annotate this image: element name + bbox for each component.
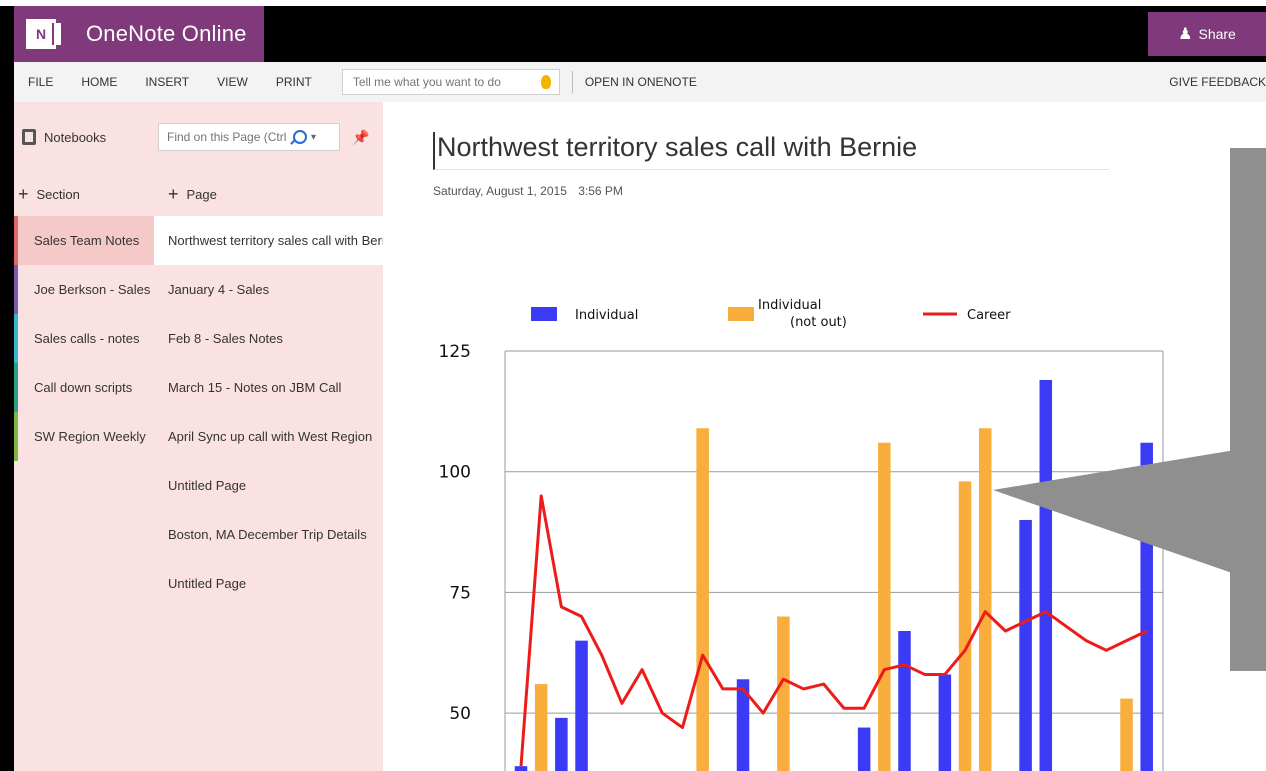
career-line (519, 494, 1148, 767)
chevron-down-icon[interactable]: ▾ (311, 132, 316, 143)
legend-swatch (531, 307, 557, 321)
y-tick-label: 100 (439, 463, 471, 483)
section-item[interactable]: Sales calls - notes (14, 314, 154, 363)
bar (938, 674, 952, 771)
notebooks-header[interactable]: Notebooks (14, 102, 154, 172)
share-label: Share (1198, 26, 1236, 42)
find-bar: ▾ 📌 (154, 102, 383, 172)
give-feedback-link[interactable]: GIVE FEEDBACK (1169, 62, 1266, 102)
tab-file[interactable]: FILE (14, 75, 67, 89)
bar (777, 616, 790, 771)
tab-view[interactable]: VIEW (203, 75, 262, 89)
y-tick-label: 125 (439, 342, 471, 362)
add-person-icon: ♟ (1178, 26, 1193, 43)
onenote-logo-icon: N (26, 19, 61, 49)
page-item[interactable]: Northwest territory sales call with Bern… (154, 216, 383, 265)
bar (878, 442, 891, 771)
logo-letter: N (35, 26, 47, 42)
find-on-page-input[interactable] (165, 129, 289, 145)
y-tick-label: 75 (449, 583, 471, 603)
section-label: Sales calls - notes (34, 331, 140, 346)
page-label: January 4 - Sales (168, 282, 270, 297)
section-label: SW Region Weekly (34, 429, 146, 444)
plus-icon: + (168, 184, 179, 204)
open-in-onenote-button[interactable]: OPEN IN ONENOTE (585, 75, 697, 89)
page-item[interactable]: Feb 8 - Sales Notes (154, 314, 383, 363)
app-window: N OneNote Online ♟ Share FILE HOME INSER… (0, 0, 1266, 771)
page-item[interactable]: January 4 - Sales (154, 265, 383, 314)
page-item[interactable]: Untitled Page (154, 559, 383, 608)
legend-label: Career (967, 308, 1011, 323)
add-page-label: Page (186, 186, 217, 202)
page-label: Untitled Page (168, 576, 247, 591)
page-item[interactable]: Untitled Page (154, 461, 383, 510)
legend-label: Individual (not out) (758, 298, 847, 330)
section-item[interactable]: Call down scripts (14, 363, 154, 412)
section-item[interactable]: Sales Team Notes (14, 216, 154, 265)
page-label: Boston, MA December Trip Details (168, 527, 367, 542)
bar (575, 640, 588, 771)
bar (555, 717, 568, 771)
search-icon[interactable] (293, 130, 307, 144)
tab-home[interactable]: HOME (67, 75, 131, 89)
section-label: Call down scripts (34, 380, 133, 395)
notebook-icon (22, 129, 36, 145)
plus-icon: + (18, 184, 29, 204)
title-bar: N OneNote Online ♟ Share (0, 6, 1266, 62)
section-item[interactable]: Joe Berkson - Sales (14, 265, 154, 314)
legend-label: Individual (575, 308, 638, 323)
notebook-pane: Notebooks + Section Sales Team Notes Joe … (14, 102, 154, 771)
bar (898, 631, 911, 771)
lightbulb-icon (540, 75, 551, 89)
y-tick-label: 50 (449, 704, 471, 724)
bar (514, 766, 528, 771)
page-item[interactable]: March 15 - Notes on JBM Call (154, 363, 383, 412)
window-edge (0, 62, 14, 771)
notebooks-label: Notebooks (44, 129, 107, 145)
page-canvas: Northwest territory sales call with Bern… (383, 102, 1266, 771)
tab-insert[interactable]: INSERT (131, 75, 203, 89)
page-pane: ▾ 📌 + Page Northwest territory sales cal… (154, 102, 383, 771)
tell-me-input[interactable] (350, 74, 525, 90)
bar (958, 481, 972, 771)
page-label: Feb 8 - Sales Notes (168, 331, 283, 346)
embedded-chart: 50 75 100 125 Individual Individual (not out) C… (439, 148, 1266, 771)
add-page-button[interactable]: + Page (154, 172, 383, 216)
bar (534, 684, 548, 771)
share-button[interactable]: ♟ Share (1148, 12, 1266, 56)
bar (857, 727, 871, 771)
bar (1019, 519, 1032, 771)
page-label: Untitled Page (168, 478, 247, 493)
tell-me-box[interactable] (341, 69, 560, 95)
page-label: Northwest territory sales call with Bern… (168, 233, 383, 248)
app-title: OneNote Online (86, 21, 247, 46)
page-item[interactable]: Boston, MA December Trip Details (154, 510, 383, 559)
ribbon-bar: FILE HOME INSERT VIEW PRINT OPEN IN ONEN… (14, 62, 1266, 103)
add-section-label: Section (36, 186, 80, 202)
section-label: Sales Team Notes (34, 233, 140, 248)
bar (1039, 379, 1053, 771)
section-item[interactable]: SW Region Weekly (14, 412, 154, 461)
ribbon-divider (571, 71, 573, 93)
page-label: March 15 - Notes on JBM Call (168, 380, 342, 395)
find-on-page-box[interactable]: ▾ (158, 123, 340, 151)
bar (978, 428, 992, 771)
bar (696, 428, 709, 771)
pin-icon[interactable]: 📌 (352, 129, 369, 146)
app-brand[interactable]: N OneNote Online (14, 6, 264, 62)
add-section-button[interactable]: + Section (14, 172, 154, 216)
tab-print[interactable]: PRINT (262, 75, 326, 89)
page-item[interactable]: April Sync up call with West Region (154, 412, 383, 461)
callout-box (1230, 148, 1266, 671)
legend-swatch (728, 307, 754, 321)
section-label: Joe Berkson - Sales (34, 282, 151, 297)
page-label: April Sync up call with West Region (168, 429, 373, 444)
bar (1120, 698, 1133, 771)
